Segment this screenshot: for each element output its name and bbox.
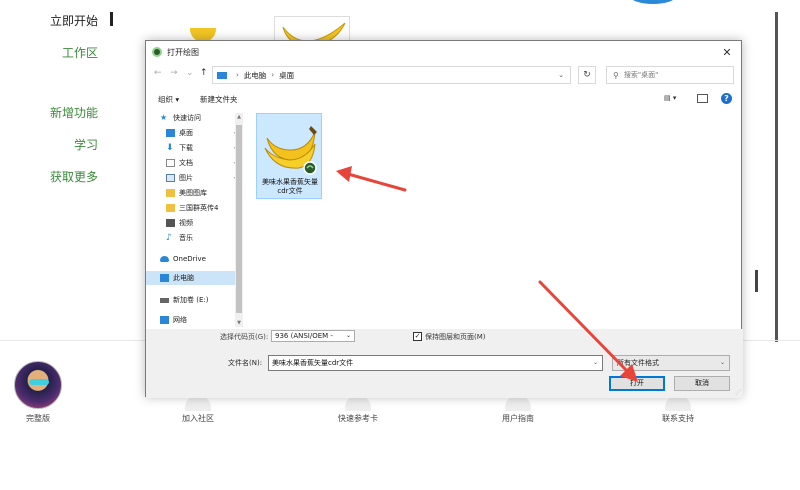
link-full-version[interactable]: 完整版	[0, 413, 83, 424]
app-sidebar: 立即开始 工作区 新增功能 学习 获取更多	[0, 0, 113, 210]
resize-grip-icon[interactable]: ⋰	[735, 389, 741, 396]
filename-input[interactable]: 美味水果香蕉矢量cdr文件 ⌄	[268, 355, 603, 371]
nav-pictures[interactable]: 图片 ✦	[146, 171, 238, 185]
file-item-banana-cdr[interactable]: 美味水果香蕉矢量cdr文件	[256, 113, 322, 199]
page-scrollbar-mark	[755, 270, 758, 292]
preview-pane-icon[interactable]	[697, 94, 708, 103]
coreldraw-icon	[152, 47, 162, 57]
nav-get-started[interactable]: 立即开始	[50, 12, 98, 29]
dialog-titlebar[interactable]: 打开绘图 ✕	[146, 41, 741, 63]
drive-icon	[160, 297, 169, 303]
nav-quick-access[interactable]: ★ 快速访问	[146, 111, 238, 125]
chevron-down-icon[interactable]: ⌄	[558, 71, 564, 79]
scroll-up-icon[interactable]: ▲	[235, 114, 243, 120]
link-user-guide[interactable]: 用户指南	[473, 413, 563, 424]
nav-desktop[interactable]: 桌面 ✦	[146, 126, 238, 140]
folder-icon	[166, 189, 175, 197]
background-blue-shape	[630, 0, 676, 4]
chevron-down-icon: ⌄	[719, 359, 725, 366]
close-icon[interactable]: ✕	[713, 46, 741, 59]
help-icon[interactable]: ?	[721, 93, 732, 104]
folder-icon	[166, 204, 175, 212]
open-button[interactable]: 打开	[609, 376, 665, 391]
link-quick-reference[interactable]: 快速参考卡	[313, 413, 403, 424]
picture-icon	[166, 174, 175, 182]
nav-drive-e[interactable]: 新加卷 (E:)	[146, 293, 238, 307]
scroll-thumb[interactable]	[236, 125, 242, 313]
video-icon	[166, 219, 175, 227]
nav-get-more[interactable]: 获取更多	[50, 168, 98, 185]
forward-arrow-icon[interactable]: →	[170, 68, 178, 78]
breadcrumb-this-pc[interactable]: 此电脑	[244, 70, 267, 81]
recent-chevron-icon[interactable]: ⌄	[186, 68, 194, 78]
nav-learn[interactable]: 学习	[74, 136, 98, 153]
organize-button[interactable]: 组织 ▾	[158, 94, 179, 105]
refresh-icon[interactable]: ↻	[578, 66, 596, 84]
address-bar[interactable]: › 此电脑 › 桌面 ⌄	[212, 66, 571, 84]
file-type-select[interactable]: 所有文件格式 ⌄	[612, 355, 730, 371]
network-icon	[160, 316, 169, 324]
up-arrow-icon[interactable]: ↑	[200, 68, 208, 78]
codepage-select[interactable]: 936 (ANSI/OEM - ⌄	[271, 330, 355, 342]
nav-documents[interactable]: 文档 ✦	[146, 156, 238, 170]
banana-file-icon	[264, 126, 317, 175]
search-icon: ⚲	[613, 70, 619, 80]
view-options-icon[interactable]: ▤ ▾	[664, 94, 682, 103]
nav-whats-new[interactable]: 新增功能	[50, 104, 98, 121]
link-join-community[interactable]: 加入社区	[153, 413, 243, 424]
nav-onedrive[interactable]: OneDrive	[146, 252, 238, 266]
scroll-down-icon[interactable]: ▼	[235, 320, 243, 326]
nav-network[interactable]: 网络	[146, 313, 238, 327]
codepage-label: 选择代码页(G):	[220, 333, 269, 341]
new-folder-button[interactable]: 新建文件夹	[200, 94, 238, 105]
navigation-scrollbar[interactable]: ▲ ▼	[235, 113, 243, 327]
nav-folder-meitu[interactable]: 美图图库	[146, 186, 238, 200]
open-drawing-dialog: 打开绘图 ✕ ← → ⌄ ↑ › 此电脑 › 桌面 ⌄ ↻ ⚲ 搜索"桌面" 组…	[145, 40, 743, 398]
navigation-pane: ★ 快速访问 桌面 ✦ ⬇ 下载 ✦ 文档 ✦ 图片 ✦ 美图图库	[146, 111, 246, 329]
nav-this-pc[interactable]: 此电脑	[146, 271, 238, 285]
music-icon: ♪	[166, 233, 172, 243]
star-icon: ★	[160, 113, 168, 122]
dialog-toolbar: 组织 ▾ 新建文件夹 ▤ ▾ ?	[146, 92, 743, 108]
chevron-right-icon[interactable]: ›	[271, 71, 274, 79]
dialog-title: 打开绘图	[167, 47, 199, 57]
file-name-label: 美味水果香蕉矢量cdr文件	[262, 178, 318, 195]
computer-icon	[217, 71, 227, 79]
address-row: ← → ⌄ ↑ › 此电脑 › 桌面 ⌄ ↻ ⚲ 搜索"桌面"	[146, 65, 743, 85]
download-icon: ⬇	[166, 143, 174, 153]
nav-videos[interactable]: 视频	[146, 216, 238, 230]
nav-folder-sanguo[interactable]: 三国群英传4	[146, 201, 238, 215]
file-list: 美味水果香蕉矢量cdr文件	[246, 111, 743, 329]
page-scrollbar[interactable]	[775, 12, 778, 342]
nav-music[interactable]: ♪ 音乐	[146, 231, 238, 245]
nav-downloads[interactable]: ⬇ 下载 ✦	[146, 141, 238, 155]
search-placeholder: 搜索"桌面"	[623, 71, 659, 79]
dialog-bottom-panel: 选择代码页(G): 936 (ANSI/OEM - ⌄ ✓ 保持图层和页面(M)…	[146, 329, 743, 398]
keep-layers-label[interactable]: 保持图层和页面(M)	[425, 332, 486, 342]
chevron-down-icon: ⌄	[345, 332, 351, 339]
keep-layers-checkbox[interactable]: ✓	[413, 332, 422, 341]
chevron-down-icon[interactable]: ⌄	[593, 356, 598, 370]
search-input[interactable]: ⚲ 搜索"桌面"	[606, 66, 734, 84]
link-contact-support[interactable]: 联系支持	[633, 413, 723, 424]
filename-label: 文件名(N):	[228, 359, 263, 367]
active-indicator	[110, 12, 113, 26]
computer-icon	[160, 274, 169, 282]
desktop-icon	[166, 129, 175, 137]
cancel-button[interactable]: 取消	[674, 376, 730, 391]
chevron-right-icon[interactable]: ›	[236, 71, 239, 79]
document-icon	[166, 159, 175, 167]
nav-workspace[interactable]: 工作区	[62, 44, 98, 61]
back-arrow-icon[interactable]: ←	[154, 68, 162, 78]
cloud-icon	[160, 256, 169, 262]
avatar[interactable]	[14, 361, 62, 409]
breadcrumb-desktop[interactable]: 桌面	[279, 70, 294, 81]
